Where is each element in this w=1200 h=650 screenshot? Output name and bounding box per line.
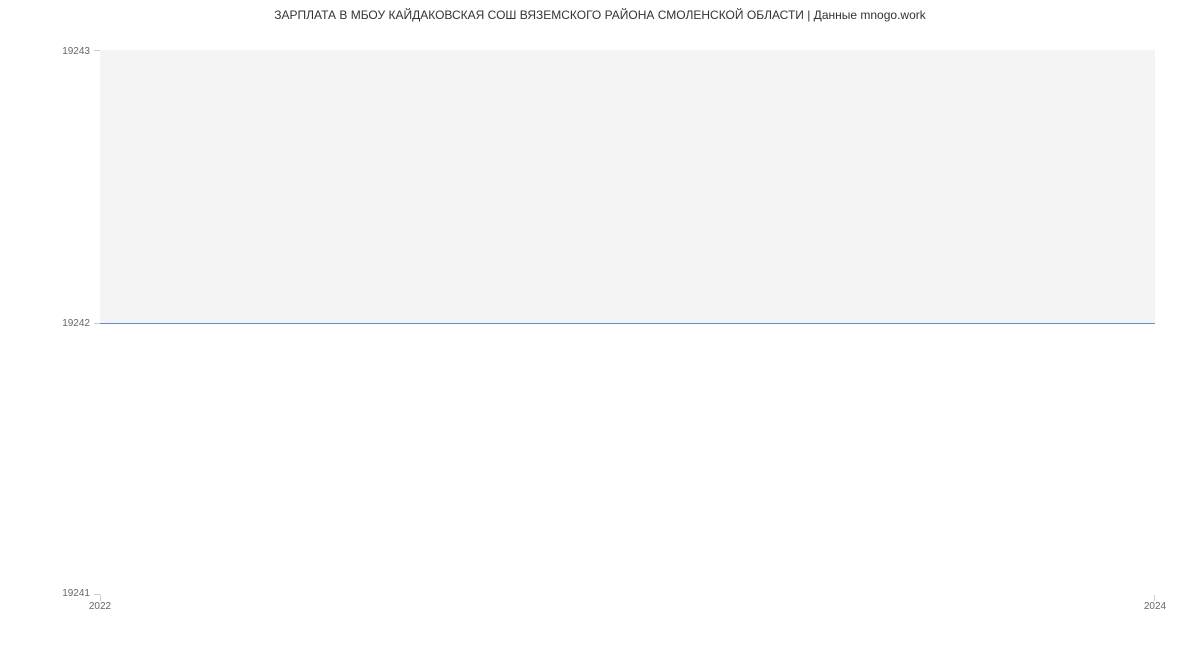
x-tick-label-left: 2022	[89, 601, 111, 612]
chart-area: 19243 19242 19241 2022 2024	[45, 35, 1155, 620]
y-tick-label-bot: 19241	[45, 588, 90, 599]
plot-band-lower	[100, 323, 1155, 596]
y-tick-label-mid: 19242	[45, 318, 90, 329]
x-tick-label-right: 2024	[1144, 601, 1166, 612]
y-tick-label-top: 19243	[45, 46, 90, 57]
plot-area	[100, 50, 1155, 595]
chart-title: ЗАРПЛАТА В МБОУ КАЙДАКОВСКАЯ СОШ ВЯЗЕМСК…	[0, 0, 1200, 22]
plot-band-upper	[100, 50, 1155, 323]
data-series-line	[100, 323, 1155, 324]
